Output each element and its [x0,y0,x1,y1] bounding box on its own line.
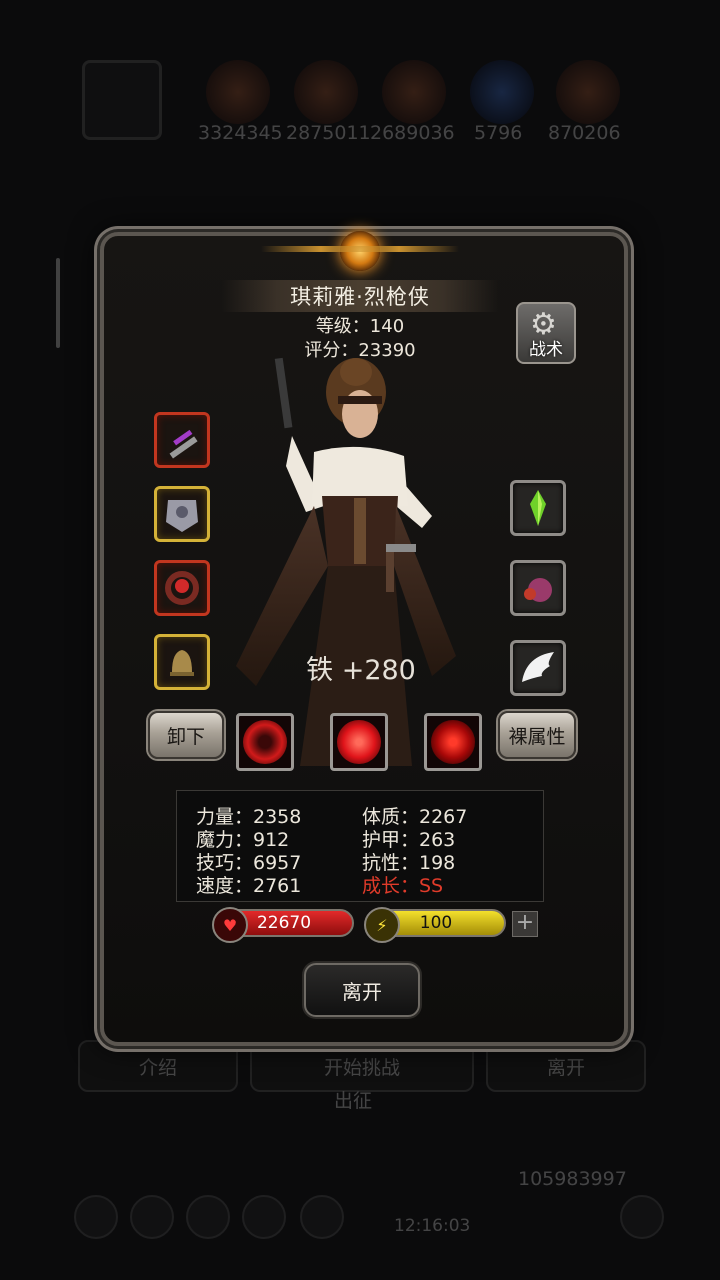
bare-attributes-button[interactable]: 裸属性 [498,711,576,759]
add-icon [620,1195,664,1239]
armor-icon [166,500,198,532]
menu-icon [300,1195,344,1239]
panel-emblem-icon [261,228,459,274]
tactic-label: 战术 [529,340,563,360]
stat-speed: 速度：2761 [196,875,302,897]
equip-bonus: 铁 +280 [306,655,416,686]
stat-growth: 成长：SS [362,875,444,897]
energy-bar: ⚡ 100 [364,907,506,943]
orb-slot[interactable] [510,560,566,616]
leave-button[interactable]: 离开 [304,963,420,1017]
resource-count: 3324345 [198,122,283,144]
resource-count: 2689036 [370,122,455,144]
white-wing-icon [522,652,554,682]
clock: 12:16:03 [394,1216,471,1236]
menu-icon [130,1195,174,1239]
avatar-frame [82,60,162,140]
start-challenge-button: 开始挑战 [250,1040,474,1092]
resource-icon [556,60,620,124]
menu-icon [74,1195,118,1239]
lightning-icon: ⚡ [364,907,400,943]
weapon-slot[interactable] [154,412,210,468]
resource-count: 2875011 [286,122,371,144]
resource-icon [470,60,534,124]
add-energy-button[interactable]: + [512,911,538,937]
menu-icon [242,1195,286,1239]
accessory-slot[interactable] [154,560,210,616]
gold-count: 105983997 [518,1168,627,1190]
hp-value: 22670 [256,913,312,933]
resource-icon [294,60,358,124]
energy-value: 100 [419,913,453,933]
menu-icon [186,1195,230,1239]
vortex-skill-icon [337,720,381,764]
bell-icon [170,650,194,676]
purple-orb-icon [524,578,552,602]
skill-slot-3[interactable] [424,713,482,771]
pistol-icon [169,429,198,459]
target-skill-icon [431,720,475,764]
skill-slot-2[interactable] [330,713,388,771]
heart-icon: ♥ [212,907,248,943]
resource-icon [206,60,270,124]
bg-leave-button: 离开 [486,1040,646,1092]
hp-bar: ♥ 22670 [212,907,354,943]
crosshair-skill-icon [243,720,287,764]
intro-button: 介绍 [78,1040,238,1092]
tactic-button[interactable]: ⚙ 战术 [516,302,576,364]
ring-icon [165,571,199,605]
armor-slot[interactable] [154,486,210,542]
resource-count: 5796 [474,122,523,144]
trinket-slot[interactable] [154,634,210,690]
wing-slot[interactable] [510,640,566,696]
resource-icon [382,60,446,124]
expedition-label: 出征 [334,1090,373,1112]
resource-count: 870206 [548,122,621,144]
unequip-button[interactable]: 卸下 [148,711,224,759]
hero-name: 琪莉雅·烈枪侠 [222,280,498,312]
hero-level: 等级：140 [315,316,405,337]
scrollbar [56,258,60,348]
gem-slot[interactable] [510,480,566,536]
green-crystal-icon [530,490,546,526]
skill-slot-1[interactable] [236,713,294,771]
